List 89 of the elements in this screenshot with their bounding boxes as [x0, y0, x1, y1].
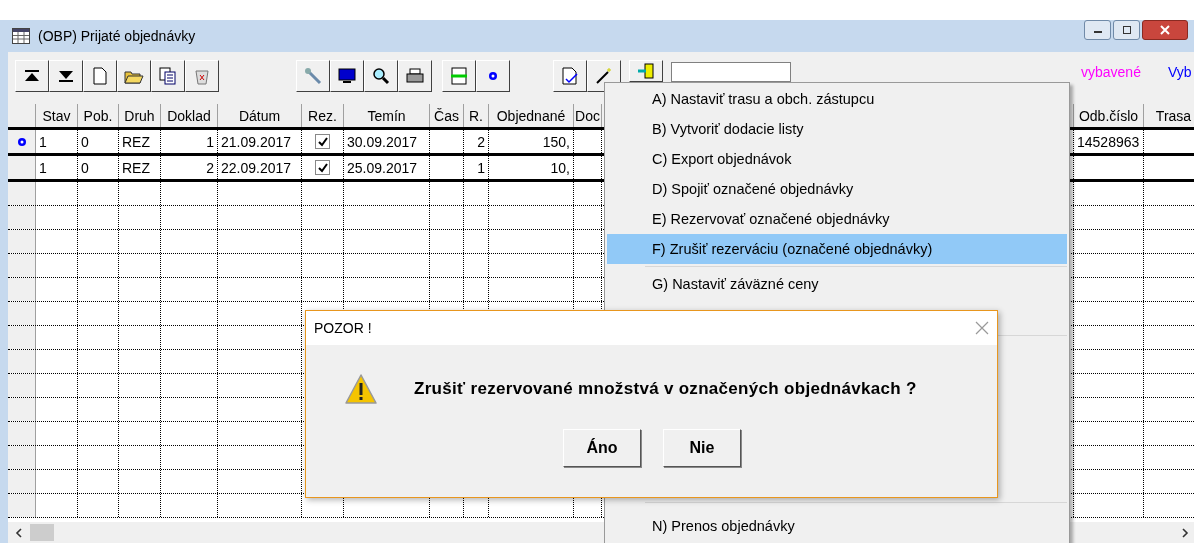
menu-item[interactable]: F) Zrušiť rezerváciu (označené objednávky) [607, 234, 1067, 264]
warning-icon [344, 373, 378, 405]
table-cell: 1 [206, 133, 214, 150]
table-cell: 10, [550, 159, 570, 176]
door-arrow-icon [637, 63, 655, 79]
maximize-icon [1121, 26, 1132, 34]
toolbar-button[interactable] [476, 60, 510, 92]
table-cell: 2 [206, 159, 214, 176]
table-cell: 25.09.2017 [347, 159, 418, 176]
menu-item[interactable]: C) Export objednávok [607, 144, 1067, 174]
monitor-icon [338, 68, 356, 84]
toolbar-button[interactable] [117, 60, 151, 92]
printer-icon [406, 68, 424, 84]
column-header[interactable]: Druh [124, 107, 155, 124]
table-cell: 30.09.2017 [347, 133, 418, 150]
column-header[interactable]: Doklad [167, 107, 211, 124]
column-header[interactable]: Trasa [1155, 107, 1192, 124]
close-icon [1159, 25, 1171, 35]
dialog-title: POZOR ! [314, 320, 372, 336]
scroll-left-icon[interactable] [14, 526, 24, 539]
wand-icon [595, 67, 613, 85]
column-header[interactable]: Dátum [238, 107, 281, 124]
copy-icon [159, 67, 177, 85]
column-header[interactable]: Stav [42, 107, 71, 124]
menu-item[interactable]: D) Spojiť označené objednávky [607, 174, 1067, 204]
table-cell: REZ [122, 133, 150, 150]
column-header[interactable]: Odb.číslo [1078, 107, 1139, 124]
toolbar-button[interactable] [296, 60, 330, 92]
table-cell: 21.09.2017 [221, 133, 292, 150]
table-cell: 14528963 [1077, 133, 1140, 150]
toolbar-button[interactable] [151, 60, 185, 92]
menu-item[interactable]: A) Nastaviť trasu a obch. zástupcu [607, 84, 1067, 114]
table-cell: 1 [477, 159, 485, 176]
arrow-to-top-icon [24, 69, 40, 83]
close-button[interactable] [1142, 20, 1188, 40]
toolbar-button[interactable] [49, 60, 83, 92]
current-row-icon [16, 136, 27, 147]
row-header[interactable] [8, 130, 36, 153]
menu-item[interactable]: G) Nastaviť záväzné ceny [607, 269, 1067, 299]
scroll-right-icon[interactable] [1180, 526, 1190, 539]
toolbar-button[interactable] [629, 60, 663, 82]
dot-icon [488, 71, 498, 81]
table-cell: 22.09.2017 [221, 159, 292, 176]
table-cell: 2 [477, 133, 485, 150]
toolbar-button[interactable] [185, 60, 219, 92]
maximize-button[interactable] [1113, 20, 1140, 40]
table-cell: 150, [542, 133, 570, 150]
toolbar-button[interactable] [15, 60, 49, 92]
toolbar-button[interactable] [442, 60, 476, 92]
close-icon[interactable] [975, 321, 989, 335]
column-header[interactable]: Rez. [308, 107, 337, 124]
checkbox[interactable] [315, 160, 330, 175]
arrow-to-bottom-icon [58, 69, 74, 83]
folder-icon [124, 68, 144, 84]
window-title: (OBP) Prijaté objednávky [38, 28, 196, 44]
table-cell: 0 [81, 159, 89, 176]
document-check-icon [561, 67, 579, 85]
checkbox[interactable] [315, 134, 330, 149]
column-header[interactable]: Pob. [83, 107, 113, 124]
column-header[interactable]: R. [469, 107, 483, 124]
legend-label: Vyb [1168, 64, 1192, 80]
menu-item[interactable]: E) Rezervovať označené objednávky [607, 204, 1067, 234]
column-header[interactable]: Doc [575, 107, 600, 124]
toolbar-button[interactable] [83, 60, 117, 92]
dialog-button[interactable]: Nie [663, 429, 741, 467]
column-header[interactable]: Temín [367, 107, 406, 124]
menu-item[interactable]: N) Prenos objednávky [607, 511, 1067, 541]
page-field[interactable] [671, 62, 791, 82]
wrench-icon [304, 67, 322, 85]
minimize-button[interactable] [1084, 20, 1111, 40]
toolbar-button[interactable] [398, 60, 432, 92]
trash-icon [194, 67, 210, 85]
table-icon [12, 28, 30, 44]
table-cell: REZ [122, 159, 150, 176]
toolbar-button[interactable] [364, 60, 398, 92]
toolbar-button[interactable] [553, 60, 587, 92]
table-cell: 1 [39, 133, 47, 150]
column-header[interactable]: Čas [434, 107, 459, 124]
table-cell: 0 [81, 133, 89, 150]
legend-label: vybavené [1081, 64, 1141, 80]
document-icon [93, 67, 107, 85]
menu-item[interactable]: B) Vytvoriť dodacie listy [607, 114, 1067, 144]
dialog-button[interactable]: Áno [563, 429, 641, 467]
column-header[interactable]: Objednané [496, 107, 566, 124]
search-icon [372, 67, 390, 85]
dialog-message: Zrušiť rezervované množstvá v označených objednávkach ? [414, 379, 917, 399]
toolbar-button[interactable] [330, 60, 364, 92]
table-cell: 1 [39, 159, 47, 176]
scrollbar-thumb[interactable] [30, 524, 54, 541]
